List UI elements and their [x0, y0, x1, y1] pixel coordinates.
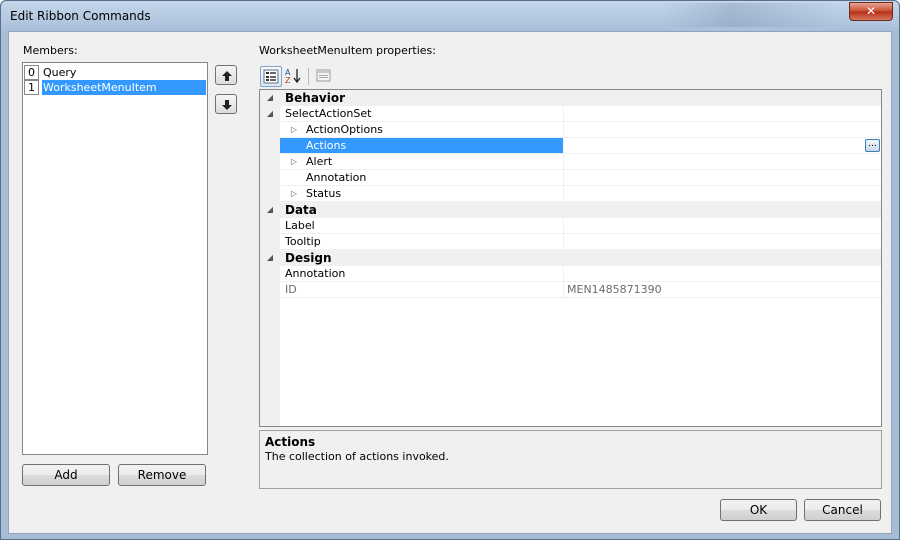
category-row-design[interactable]: ◢ Design: [260, 250, 881, 266]
property-value[interactable]: [565, 122, 881, 138]
property-value[interactable]: [565, 170, 881, 186]
member-item[interactable]: 0 Query: [24, 65, 206, 80]
property-row-selected[interactable]: Actions ...: [260, 138, 881, 154]
column-splitter: [563, 170, 564, 186]
svg-text:Z: Z: [285, 76, 291, 85]
expand-icon[interactable]: ▷: [288, 122, 300, 138]
help-panel: Actions The collection of actions invoke…: [259, 430, 882, 489]
alphabetical-icon: A Z: [285, 68, 301, 85]
properties-label: WorksheetMenuItem properties:: [259, 44, 436, 57]
property-grid[interactable]: ◢ Behavior ◢ SelectActionSet ▷ ActionOpt…: [259, 89, 882, 427]
category-label: Design: [285, 251, 332, 265]
property-name: Label: [285, 219, 315, 232]
property-row[interactable]: ▷ Alert: [260, 154, 881, 170]
column-splitter: [563, 122, 564, 138]
category-label: Data: [285, 203, 317, 217]
property-name: Tooltip: [285, 235, 321, 248]
cancel-button[interactable]: Cancel: [804, 499, 881, 521]
column-splitter: [563, 154, 564, 170]
category-label: Behavior: [285, 91, 346, 105]
member-index: 0: [24, 65, 39, 80]
property-pages-icon: [316, 69, 331, 82]
property-row[interactable]: Label: [260, 218, 881, 234]
expand-icon[interactable]: ▷: [288, 186, 300, 202]
property-row[interactable]: ▷ Status: [260, 186, 881, 202]
collapse-icon[interactable]: ◢: [264, 90, 276, 106]
property-value[interactable]: [565, 186, 881, 202]
property-name: ID: [285, 283, 297, 296]
collapse-icon[interactable]: ◢: [264, 250, 276, 266]
property-value[interactable]: [565, 218, 881, 234]
arrow-up-icon: [222, 71, 232, 81]
toolbar-separator: [308, 68, 309, 85]
category-background: [260, 90, 881, 106]
categorized-button[interactable]: [260, 66, 282, 87]
property-value: MEN1485871390: [567, 283, 662, 296]
title-glass: [661, 3, 841, 27]
column-splitter: [563, 218, 564, 234]
property-row[interactable]: ▷ ActionOptions: [260, 122, 881, 138]
property-row[interactable]: Annotation: [260, 170, 881, 186]
property-value[interactable]: [565, 138, 881, 154]
property-name: Annotation: [306, 171, 367, 184]
member-name: WorksheetMenuItem: [42, 80, 206, 95]
property-pages-button[interactable]: [313, 66, 335, 87]
column-splitter: [563, 106, 564, 122]
move-up-button[interactable]: [215, 65, 237, 85]
ellipsis-button[interactable]: ...: [865, 139, 880, 152]
member-index: 1: [24, 80, 39, 95]
property-name: SelectActionSet: [285, 107, 372, 120]
column-splitter: [563, 138, 564, 154]
add-button[interactable]: Add: [22, 464, 110, 486]
name-cell: [280, 282, 563, 298]
dialog-window: Edit Ribbon Commands ✕ Members: 0 Query …: [0, 0, 900, 540]
title-bar[interactable]: Edit Ribbon Commands ✕: [1, 1, 899, 31]
dialog-client: Members: 0 Query 1 WorksheetMenuItem Add…: [8, 31, 892, 534]
property-row[interactable]: ◢ SelectActionSet: [260, 106, 881, 122]
property-row[interactable]: Tooltip: [260, 234, 881, 250]
category-row-data[interactable]: ◢ Data: [260, 202, 881, 218]
member-name: Query: [43, 66, 77, 79]
arrow-down-icon: [222, 100, 232, 110]
category-background: [260, 250, 881, 266]
close-button[interactable]: ✕: [849, 2, 893, 21]
ok-button[interactable]: OK: [720, 499, 797, 521]
property-name: ActionOptions: [306, 123, 383, 136]
close-icon: ✕: [865, 4, 877, 18]
category-background: [260, 202, 881, 218]
remove-button[interactable]: Remove: [118, 464, 206, 486]
property-name: Status: [306, 187, 342, 200]
column-splitter: [563, 186, 564, 202]
categorized-icon: [263, 69, 279, 84]
property-value[interactable]: [565, 154, 881, 170]
column-splitter: [563, 282, 564, 298]
members-label: Members:: [23, 44, 78, 57]
property-value[interactable]: [565, 234, 881, 250]
alphabetical-button[interactable]: A Z: [283, 66, 305, 87]
property-value[interactable]: [565, 266, 881, 282]
property-row-readonly[interactable]: ID MEN1485871390: [260, 282, 881, 298]
property-name: Actions: [306, 139, 347, 152]
property-name: Annotation: [285, 267, 346, 280]
property-row[interactable]: Annotation: [260, 266, 881, 282]
name-cell: [280, 234, 563, 250]
member-item[interactable]: 1 WorksheetMenuItem: [24, 80, 206, 95]
column-splitter: [563, 234, 564, 250]
property-value[interactable]: [565, 106, 881, 122]
help-description: The collection of actions invoked.: [265, 450, 449, 463]
window-title: Edit Ribbon Commands: [10, 9, 151, 23]
expand-icon[interactable]: ▷: [288, 154, 300, 170]
property-name: Alert: [306, 155, 333, 168]
category-row-behavior[interactable]: ◢ Behavior: [260, 90, 881, 106]
column-splitter: [563, 266, 564, 282]
name-cell: [280, 218, 563, 234]
collapse-icon[interactable]: ◢: [264, 106, 276, 122]
help-title: Actions: [265, 435, 316, 449]
collapse-icon[interactable]: ◢: [264, 202, 276, 218]
members-list[interactable]: 0 Query 1 WorksheetMenuItem: [22, 62, 208, 455]
move-down-button[interactable]: [215, 94, 237, 114]
